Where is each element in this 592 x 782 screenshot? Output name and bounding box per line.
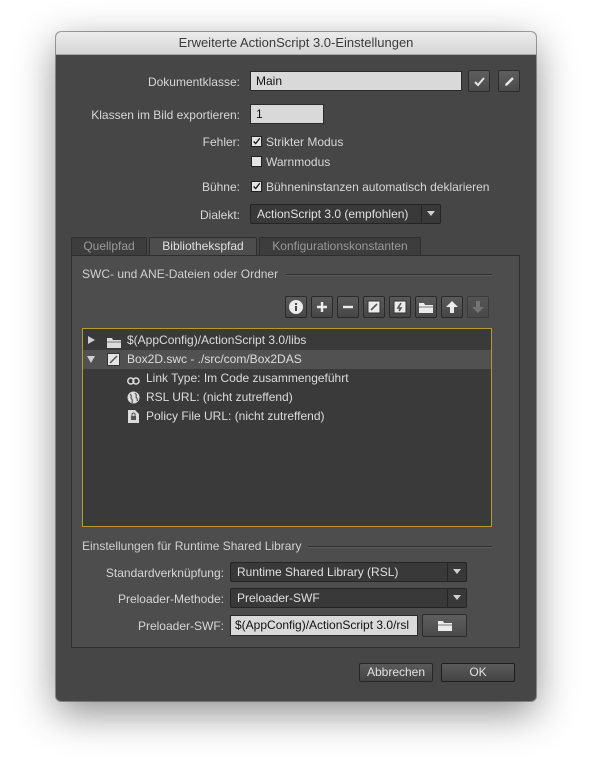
document-class-field[interactable]: Main [250,71,462,91]
default-linkage-select[interactable]: Runtime Shared Library (RSL) [230,562,467,582]
disclosure-right-icon[interactable] [88,331,95,350]
add-flex-sdk-button[interactable] [389,296,411,318]
dialect-label: Dialekt: [199,208,240,222]
tree-row[interactable]: Policy File URL: (nicht zutreffend) [83,407,491,426]
tree-item-label: RSL URL: (nicht zutreffend) [146,390,293,404]
settings-dialog: Erweiterte ActionScript 3.0-Einstellunge… [56,32,536,701]
info-button[interactable] [285,296,307,318]
section-divider [286,274,492,276]
tab-library-path[interactable]: Bibliothekspfad [149,237,257,256]
tree-row[interactable]: Link Type: Im Code zusammengeführt [83,369,491,388]
library-path-tree[interactable]: $(AppConfig)/ActionScript 3.0/libs Box2D… [82,328,492,527]
move-down-button[interactable] [467,296,489,318]
checkmark-icon [473,76,485,86]
folder-icon [419,302,433,313]
tree-row[interactable]: Box2D.swc - ./src/com/Box2DAS [83,350,491,369]
chevron-down-icon [447,589,466,607]
default-linkage-value: Runtime Shared Library (RSL) [237,565,399,579]
swc-file-icon [367,300,381,314]
tree-item-label: $(AppConfig)/ActionScript 3.0/libs [127,333,307,347]
tree-row[interactable]: RSL URL: (nicht zutreffend) [83,388,491,407]
tree-row[interactable]: $(AppConfig)/ActionScript 3.0/libs [83,331,491,350]
ok-button[interactable]: OK [441,663,515,682]
cancel-button[interactable]: Abbrechen [359,663,433,682]
export-frame-field[interactable]: 1 [250,104,324,124]
strict-mode-label: Strikter Modus [266,135,344,149]
browse-folder-button[interactable] [415,296,437,318]
arrow-up-icon [446,301,458,313]
auto-declare-label: Bühneninstanzen automatisch deklarieren [266,180,490,194]
checkmark-icon [253,182,261,190]
warnings-mode-label: Warnmodus [266,155,331,169]
pencil-icon [504,76,514,86]
check-class-button[interactable] [468,70,490,92]
preloader-method-select[interactable]: Preloader-SWF [230,588,467,608]
rsl-section-title: Einstellungen für Runtime Shared Library [82,539,302,553]
section-divider [308,546,492,548]
policy-file-icon [128,410,139,429]
tree-item-label: Policy File URL: (nicht zutreffend) [146,409,325,423]
browse-preloader-button[interactable] [422,614,467,637]
move-up-button[interactable] [441,296,463,318]
checkmark-icon [253,137,261,145]
arrow-down-icon [472,301,484,313]
default-linkage-label: Standardverknüpfung: [105,566,224,580]
tab-config-constants[interactable]: Konfigurationskonstanten [259,237,421,255]
add-icon [317,302,327,312]
remove-icon [343,305,353,309]
preloader-method-label: Preloader-Methode: [117,592,224,606]
edit-class-button[interactable] [498,70,520,92]
auto-declare-checkbox[interactable] [251,181,262,192]
document-class-label: Dokumentklasse: [147,75,240,89]
folder-icon [437,621,452,631]
chevron-down-icon [447,563,466,581]
tree-item-label: Link Type: Im Code zusammengeführt [146,371,349,385]
dialect-value: ActionScript 3.0 (empfohlen) [257,207,409,221]
export-frame-label: Klassen im Bild exportieren: [91,108,240,122]
errors-label: Fehler: [202,135,240,149]
warnings-mode-checkbox[interactable] [251,156,262,167]
remove-button[interactable] [337,296,359,318]
flex-sdk-icon [393,300,407,314]
dialect-select[interactable]: ActionScript 3.0 (empfohlen) [250,204,441,224]
tree-item-label: Box2D.swc - ./src/com/Box2DAS [127,352,302,366]
add-swc-file-button[interactable] [363,296,385,318]
preloader-swf-label: Preloader-SWF: [137,619,224,633]
info-icon [289,300,303,314]
tab-source-path[interactable]: Quellpfad [71,237,147,255]
window-title: Erweiterte ActionScript 3.0-Einstellunge… [56,32,536,55]
strict-mode-checkbox[interactable] [251,136,262,147]
library-path-panel: SWC- und ANE-Dateien oder Ordner $(AppCo… [71,255,520,648]
preloader-swf-field[interactable]: $(AppConfig)/ActionScript 3.0/rsl [230,615,418,636]
chevron-down-icon [421,205,440,223]
preloader-method-value: Preloader-SWF [237,591,320,605]
disclosure-down-icon[interactable] [87,350,95,369]
add-button[interactable] [311,296,333,318]
library-section-title: SWC- und ANE-Dateien oder Ordner [82,267,279,281]
stage-label: Bühne: [201,180,240,194]
